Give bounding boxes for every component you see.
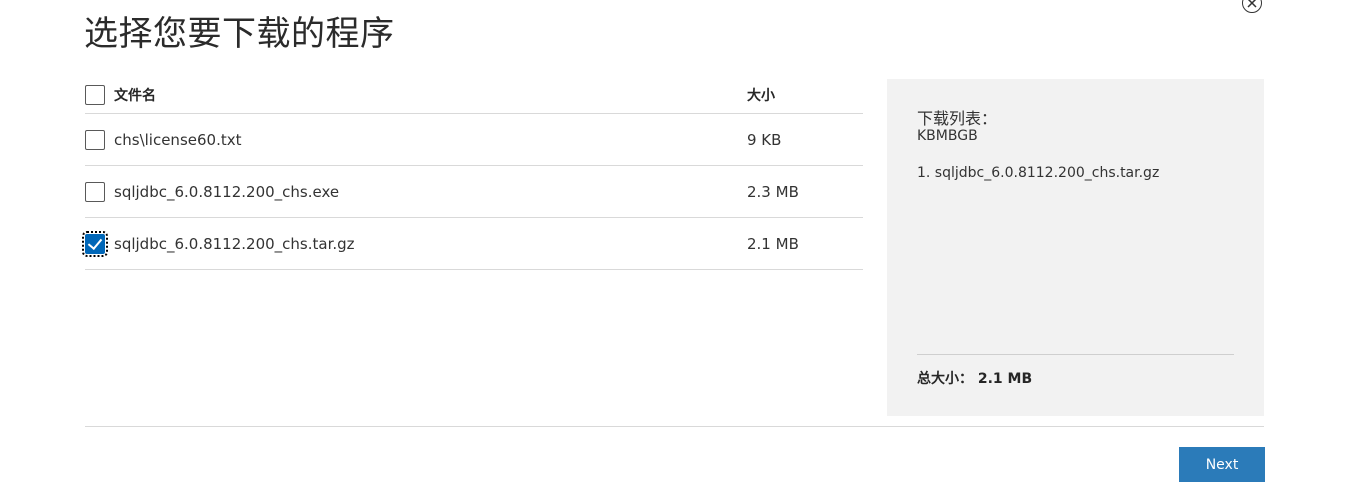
file-name: sqljdbc_6.0.8112.200_chs.exe bbox=[114, 182, 340, 201]
dialog-title: 选择您要下载的程序 bbox=[84, 14, 395, 54]
close-button[interactable] bbox=[1242, 0, 1262, 13]
file-size: 2.1 MB bbox=[747, 234, 799, 253]
column-header-size: 大小 bbox=[747, 87, 775, 104]
file-checkbox[interactable] bbox=[85, 129, 105, 150]
close-icon bbox=[1247, 0, 1257, 8]
download-list-subtitle: KBMBGB bbox=[917, 128, 978, 144]
file-size: 2.3 MB bbox=[747, 182, 799, 201]
file-name: chs\license60.txt bbox=[114, 130, 242, 149]
select-all-checkbox[interactable] bbox=[85, 84, 105, 105]
file-checkbox[interactable] bbox=[85, 181, 105, 202]
column-header-name: 文件名 bbox=[114, 87, 156, 104]
file-size: 9 KB bbox=[747, 130, 782, 149]
table-header: 文件名 大小 bbox=[85, 76, 863, 114]
table-row[interactable]: chs\license60.txt 9 KB bbox=[85, 114, 863, 166]
file-name: sqljdbc_6.0.8112.200_chs.tar.gz bbox=[114, 234, 355, 253]
download-dialog: 选择您要下载的程序 文件名 大小 chs\license60.txt 9 KB … bbox=[0, 0, 1348, 490]
table-row[interactable]: sqljdbc_6.0.8112.200_chs.tar.gz 2.1 MB bbox=[82, 218, 863, 270]
download-list-item: 1. sqljdbc_6.0.8112.200_chs.tar.gz bbox=[917, 165, 1160, 181]
total-size: 总大小： 2.1 MB bbox=[917, 371, 1033, 387]
next-button[interactable]: Next bbox=[1179, 447, 1265, 482]
download-list-title: 下载列表： bbox=[917, 109, 998, 128]
table-row[interactable]: sqljdbc_6.0.8112.200_chs.exe 2.3 MB bbox=[85, 166, 863, 218]
panel-divider bbox=[917, 354, 1234, 355]
footer-divider bbox=[85, 426, 1264, 427]
download-list-panel: 下载列表： KBMBGB 1. sqljdbc_6.0.8112.200_chs… bbox=[887, 79, 1264, 416]
file-checkbox-checked[interactable] bbox=[82, 230, 108, 257]
file-table: 文件名 大小 chs\license60.txt 9 KB sqljdbc_6.… bbox=[82, 76, 863, 270]
